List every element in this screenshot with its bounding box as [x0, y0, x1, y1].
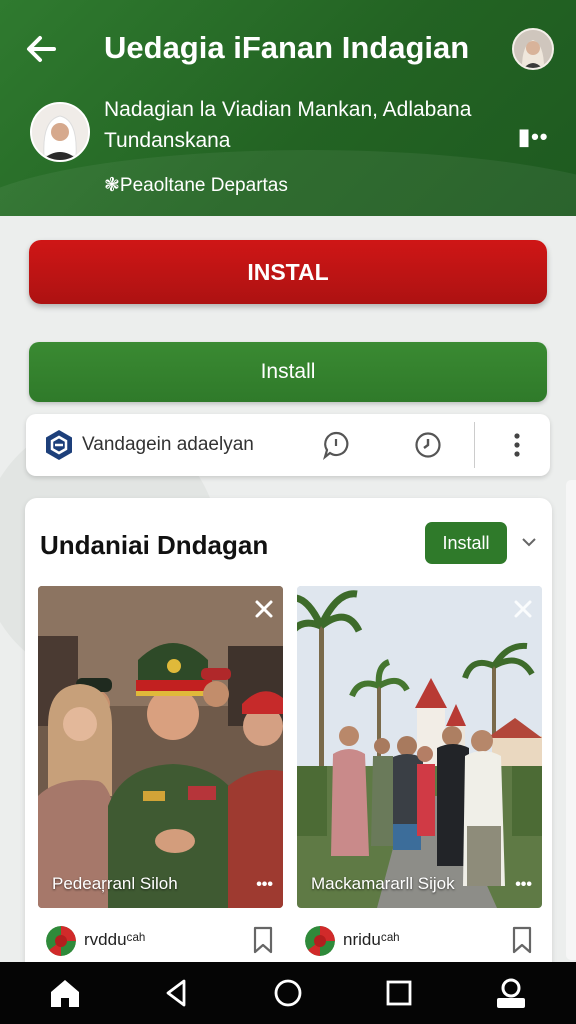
photo-tile[interactable]: Pedeaŗranl Siloh •••	[38, 586, 283, 908]
close-icon[interactable]	[253, 598, 275, 620]
square-recents-icon[interactable]	[382, 976, 416, 1010]
outdoor-photo-image	[297, 586, 542, 908]
source-row[interactable]: nriduᶜᵃʰ	[297, 918, 542, 962]
app-header: Uedagia iFanan Indagian Nadagian la Viad…	[0, 0, 576, 216]
more-horizontal-icon[interactable]: •••	[515, 876, 532, 894]
account-avatar[interactable]	[512, 28, 554, 70]
circle-home-icon[interactable]	[271, 976, 305, 1010]
source-row[interactable]: rvdduᶜᵃʰ	[38, 918, 283, 962]
system-navbar	[0, 962, 576, 1024]
header-decoration	[0, 150, 576, 216]
back-arrow-icon[interactable]	[24, 30, 58, 68]
photo-caption: Mackamararll Sijok	[311, 874, 455, 893]
toolbar-label: Vandagein adaelyan	[82, 434, 254, 455]
more-horizontal-icon[interactable]: •••	[256, 876, 273, 894]
page-title: Uedagia iFanan Indagian	[104, 30, 470, 65]
source-logo-icon	[46, 926, 76, 956]
chevron-down-icon[interactable]	[519, 532, 539, 552]
card-install-button[interactable]: Install	[425, 522, 507, 564]
photo-tile[interactable]: Mackamararll Sijok •••	[297, 586, 542, 908]
toolbar-divider	[474, 422, 475, 468]
profile-icon[interactable]	[494, 976, 528, 1010]
home-icon[interactable]	[48, 976, 82, 1010]
install-secondary-button[interactable]: Install	[29, 342, 547, 402]
source-logo-icon	[305, 926, 335, 956]
back-triangle-icon[interactable]	[160, 976, 194, 1010]
bookmark-icon[interactable]	[251, 926, 275, 954]
close-icon[interactable]	[512, 598, 534, 620]
photo-caption: Pedeaŗranl Siloh	[52, 874, 178, 893]
bookmark-icon[interactable]	[510, 926, 534, 954]
card-title: Undaniai Dndagan	[40, 530, 269, 560]
logo-icon	[46, 430, 72, 460]
content-card: Undaniai Dndagan Install Pedeaŗranl Silo…	[25, 498, 552, 978]
group-photo-image	[38, 586, 283, 908]
source-name: rvdduᶜᵃʰ	[84, 930, 146, 949]
install-primary-button[interactable]: INSTAL	[29, 240, 547, 304]
more-horizontal-icon[interactable]: ▮••	[518, 124, 549, 150]
profile-name: Nadagian la Viadian Mankan, Adlabana Tun…	[104, 98, 472, 152]
clock-icon[interactable]	[414, 431, 442, 459]
profile-avatar	[30, 102, 90, 162]
more-vertical-icon[interactable]	[512, 432, 522, 460]
chat-icon[interactable]	[322, 430, 350, 460]
action-toolbar: Vandagein adaelyan	[26, 414, 550, 476]
scroll-edge	[566, 480, 576, 960]
source-name: nriduᶜᵃʰ	[343, 930, 400, 949]
department-label: ❃Peaoltane Departas	[104, 175, 288, 196]
